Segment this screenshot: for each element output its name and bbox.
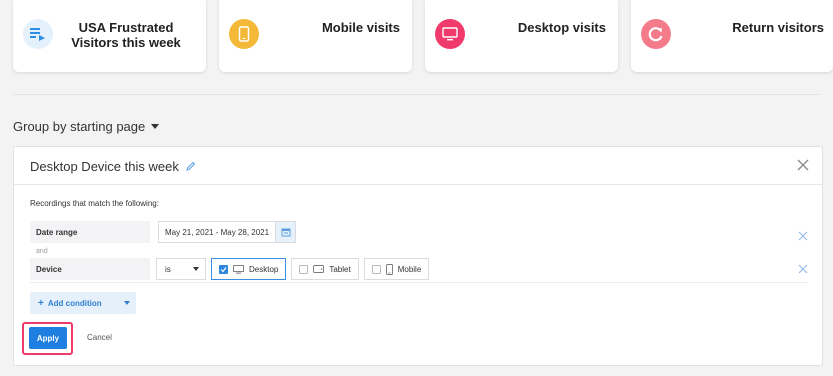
option-label: Desktop — [249, 264, 279, 274]
operator-select[interactable]: is — [156, 258, 206, 280]
operator-value: is — [165, 264, 171, 274]
card-label: Desktop visits — [517, 20, 606, 35]
group-by-dropdown[interactable]: Group by starting page — [13, 119, 160, 134]
date-range-input[interactable]: May 21, 2021 - May 28, 2021 — [158, 221, 296, 243]
card-desktop-visits[interactable]: Desktop visits — [425, 0, 618, 72]
cancel-button[interactable]: Cancel — [87, 333, 112, 342]
card-label: Return visitors — [732, 20, 824, 35]
card-label: Mobile visits — [321, 20, 400, 35]
and-separator: and — [36, 248, 48, 255]
card-return-visitors[interactable]: Return visitors — [631, 0, 833, 72]
add-condition-button[interactable]: + Add condition — [30, 292, 136, 314]
caret-down-icon — [151, 124, 160, 129]
panel-header: Desktop Device this week — [14, 147, 822, 185]
device-row: Device is Desktop Tablet Mobile — [30, 258, 430, 280]
refresh-icon — [641, 19, 671, 49]
option-label: Mobile — [397, 264, 422, 274]
plus-icon: + — [38, 297, 44, 309]
match-description: Recordings that match the following: — [30, 199, 159, 208]
card-label: USA Frustrated Visitors this week — [71, 20, 181, 50]
card-mobile-visits[interactable]: Mobile visits — [219, 0, 412, 72]
mobile-icon — [229, 19, 259, 49]
device-label: Device — [30, 258, 150, 280]
device-option-desktop[interactable]: Desktop — [211, 258, 287, 280]
checkbox[interactable] — [371, 264, 381, 274]
date-range-row: Date range May 21, 2021 - May 28, 2021 — [30, 221, 296, 243]
card-frustrated-visitors[interactable]: USA Frustrated Visitors this week — [13, 0, 206, 72]
device-option-mobile[interactable]: Mobile — [363, 258, 430, 280]
device-option-tablet[interactable]: Tablet — [291, 258, 359, 280]
add-condition-label: Add condition — [47, 298, 102, 308]
desktop-icon — [435, 19, 465, 49]
close-icon[interactable] — [794, 156, 812, 174]
desktop-icon — [233, 264, 244, 274]
group-by-label: Group by starting page — [13, 119, 146, 134]
mobile-icon — [385, 263, 393, 275]
divider — [13, 94, 820, 95]
date-range-value: May 21, 2021 - May 28, 2021 — [165, 227, 270, 237]
divider — [30, 282, 808, 283]
stat-cards: USA Frustrated Visitors this week Mobile… — [13, 0, 833, 72]
panel-title: Desktop Device this week — [30, 159, 196, 174]
apply-button[interactable]: Apply — [29, 327, 67, 349]
date-range-label: Date range — [30, 221, 150, 243]
option-label: Tablet — [329, 264, 351, 274]
caret-down-icon — [193, 267, 199, 271]
checkbox[interactable] — [299, 264, 309, 274]
tablet-icon — [313, 265, 325, 273]
remove-device-condition-icon[interactable] — [798, 264, 808, 274]
panel-title-text: Desktop Device this week — [30, 159, 179, 174]
caret-down-icon — [124, 301, 130, 305]
pencil-icon[interactable] — [185, 161, 196, 172]
list-play-icon — [23, 19, 53, 49]
checkbox-checked[interactable] — [219, 264, 228, 274]
remove-date-condition-icon[interactable] — [798, 231, 808, 241]
calendar-icon[interactable] — [275, 222, 295, 242]
segment-editor-panel: Desktop Device this week Recordings that… — [13, 146, 823, 366]
